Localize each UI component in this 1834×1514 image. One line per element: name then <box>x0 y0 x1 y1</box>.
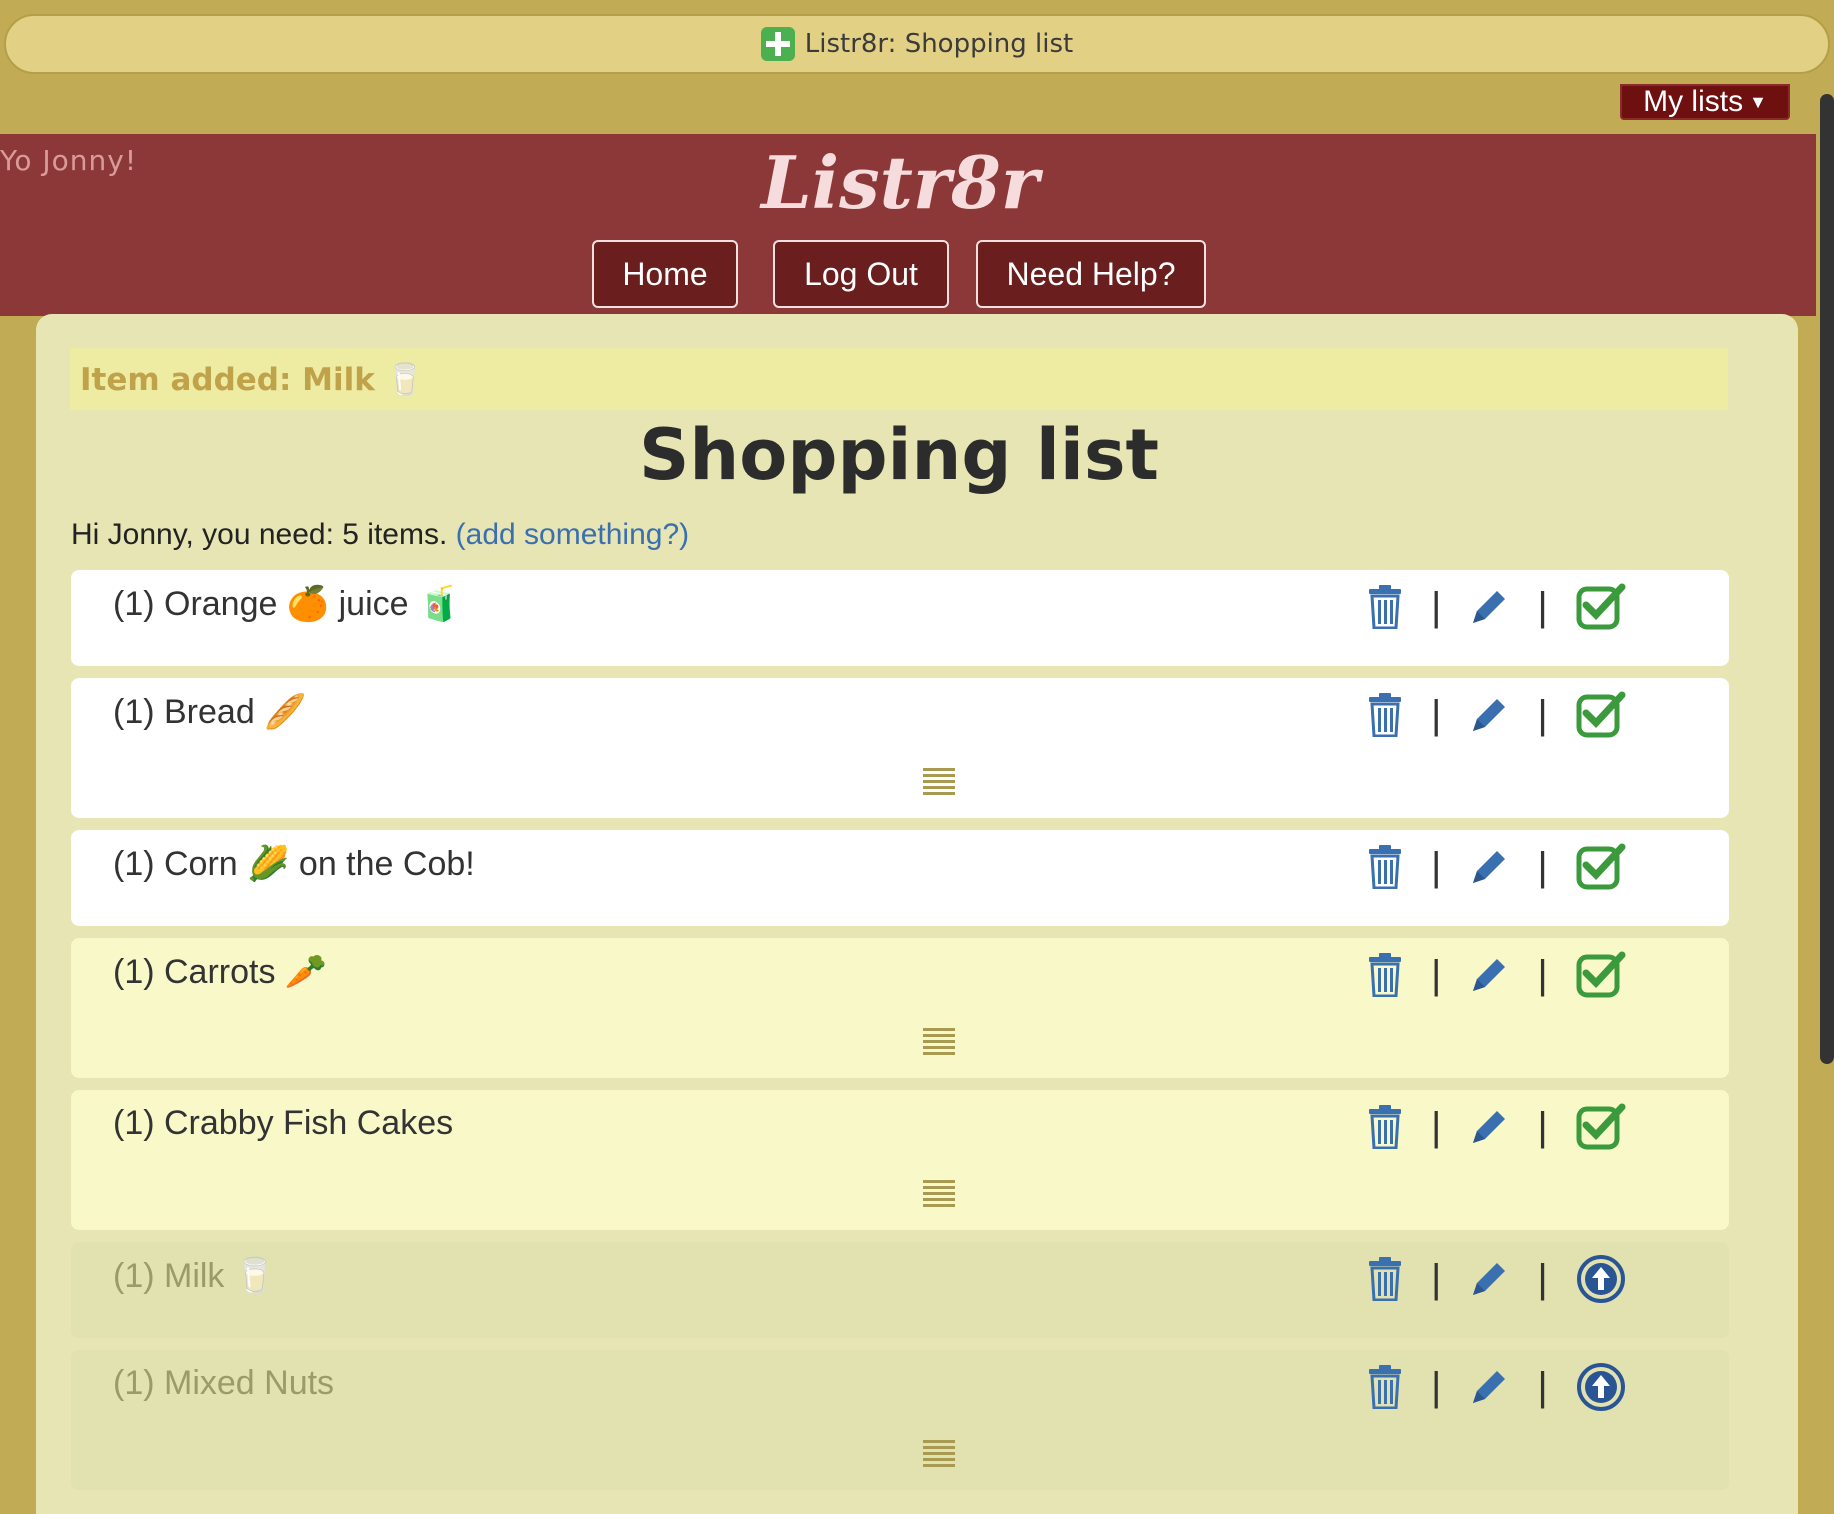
separator: | <box>1431 692 1442 737</box>
summary-text: Hi Jonny, you need: 5 items. <box>71 518 448 551</box>
item-actions: | | <box>1367 1254 1626 1304</box>
list-item[interactable]: (1) Crabby Fish Cakes | | <box>71 1090 1729 1230</box>
flash-message: Item added: Milk 🥛 <box>70 348 1728 410</box>
pencil-icon[interactable] <box>1469 847 1509 887</box>
trash-icon[interactable] <box>1367 845 1403 889</box>
pencil-icon[interactable] <box>1469 1107 1509 1147</box>
item-actions: | | <box>1367 690 1626 740</box>
separator: | <box>1431 844 1442 889</box>
item-actions: | | <box>1367 950 1626 1000</box>
item-actions: | | <box>1367 1102 1626 1152</box>
item-label: (1) Crabby Fish Cakes <box>113 1104 454 1142</box>
list-item[interactable]: (1) Bread 🥖 | | <box>71 678 1729 818</box>
check-square-icon[interactable] <box>1576 691 1626 739</box>
item-label: (1) Mixed Nuts <box>113 1364 335 1402</box>
trash-icon[interactable] <box>1367 585 1403 629</box>
item-actions: | | <box>1367 842 1626 892</box>
item-actions: | | <box>1367 582 1626 632</box>
item-label: (1) Bread 🥖 <box>113 693 307 731</box>
arrow-up-circle-icon[interactable] <box>1576 1362 1626 1412</box>
drag-handle-icon[interactable] <box>923 1028 955 1056</box>
site-logo[interactable]: Listr8r <box>0 140 1800 225</box>
list-item[interactable]: (1) Orange 🍊 juice 🧃 | | <box>71 570 1729 666</box>
trash-icon[interactable] <box>1367 693 1403 737</box>
trash-icon[interactable] <box>1367 1257 1403 1301</box>
window-titlebar: Listr8r: Shopping list <box>4 14 1830 74</box>
separator: | <box>1431 1256 1442 1301</box>
my-lists-button[interactable]: My lists ▼ <box>1620 84 1790 120</box>
pencil-icon[interactable] <box>1469 587 1509 627</box>
item-actions: | | <box>1367 1362 1626 1412</box>
main-content: Item added: Milk 🥛 Shopping list Hi Jonn… <box>36 314 1798 1514</box>
separator: | <box>1431 1364 1442 1409</box>
arrow-up-circle-icon[interactable] <box>1576 1254 1626 1304</box>
trash-icon[interactable] <box>1367 1105 1403 1149</box>
separator: | <box>1537 1364 1548 1409</box>
list-item[interactable]: (1) Mixed Nuts | | <box>71 1350 1729 1490</box>
separator: | <box>1431 1104 1442 1149</box>
separator: | <box>1537 1256 1548 1301</box>
check-square-icon[interactable] <box>1576 951 1626 999</box>
drag-handle-icon[interactable] <box>923 1440 955 1468</box>
separator: | <box>1537 952 1548 997</box>
separator: | <box>1537 1104 1548 1149</box>
trash-icon[interactable] <box>1367 953 1403 997</box>
items-summary: Hi Jonny, you need: 5 items. (add someth… <box>71 518 689 552</box>
need-help-button[interactable]: Need Help? <box>976 240 1206 308</box>
item-label: (1) Orange 🍊 juice 🧃 <box>113 585 461 623</box>
main-nav: Home Log Out Need Help? <box>0 240 1816 308</box>
item-label: (1) Carrots 🥕 <box>113 953 328 991</box>
separator: | <box>1537 844 1548 889</box>
separator: | <box>1431 584 1442 629</box>
my-lists-label: My lists <box>1643 85 1744 118</box>
drag-handle-icon[interactable] <box>923 1180 955 1208</box>
home-button[interactable]: Home <box>592 240 738 308</box>
pencil-icon[interactable] <box>1469 695 1509 735</box>
separator: | <box>1431 952 1442 997</box>
list-item[interactable]: (1) Carrots 🥕 | | <box>71 938 1729 1078</box>
add-something-link[interactable]: (add something?) <box>456 518 689 551</box>
scrollbar[interactable] <box>1820 94 1834 1064</box>
separator: | <box>1537 584 1548 629</box>
window-title: Listr8r: Shopping list <box>804 29 1074 59</box>
trash-icon[interactable] <box>1367 1365 1403 1409</box>
pencil-icon[interactable] <box>1469 1367 1509 1407</box>
drag-handle-icon[interactable] <box>923 768 955 796</box>
list-item[interactable]: (1) Milk 🥛 | | <box>71 1242 1729 1338</box>
check-square-icon[interactable] <box>1576 1103 1626 1151</box>
separator: | <box>1537 692 1548 737</box>
log-out-button[interactable]: Log Out <box>773 240 949 308</box>
check-square-icon[interactable] <box>1576 843 1626 891</box>
item-label: (1) Milk 🥛 <box>113 1257 277 1295</box>
caret-down-icon: ▼ <box>1749 91 1767 112</box>
check-square-icon[interactable] <box>1576 583 1626 631</box>
pencil-icon[interactable] <box>1469 1259 1509 1299</box>
pencil-icon[interactable] <box>1469 955 1509 995</box>
page-title: Shopping list <box>639 414 1159 496</box>
list-item[interactable]: (1) Corn 🌽 on the Cob! | | <box>71 830 1729 926</box>
item-label: (1) Corn 🌽 on the Cob! <box>113 845 475 883</box>
app-icon <box>760 27 795 61</box>
